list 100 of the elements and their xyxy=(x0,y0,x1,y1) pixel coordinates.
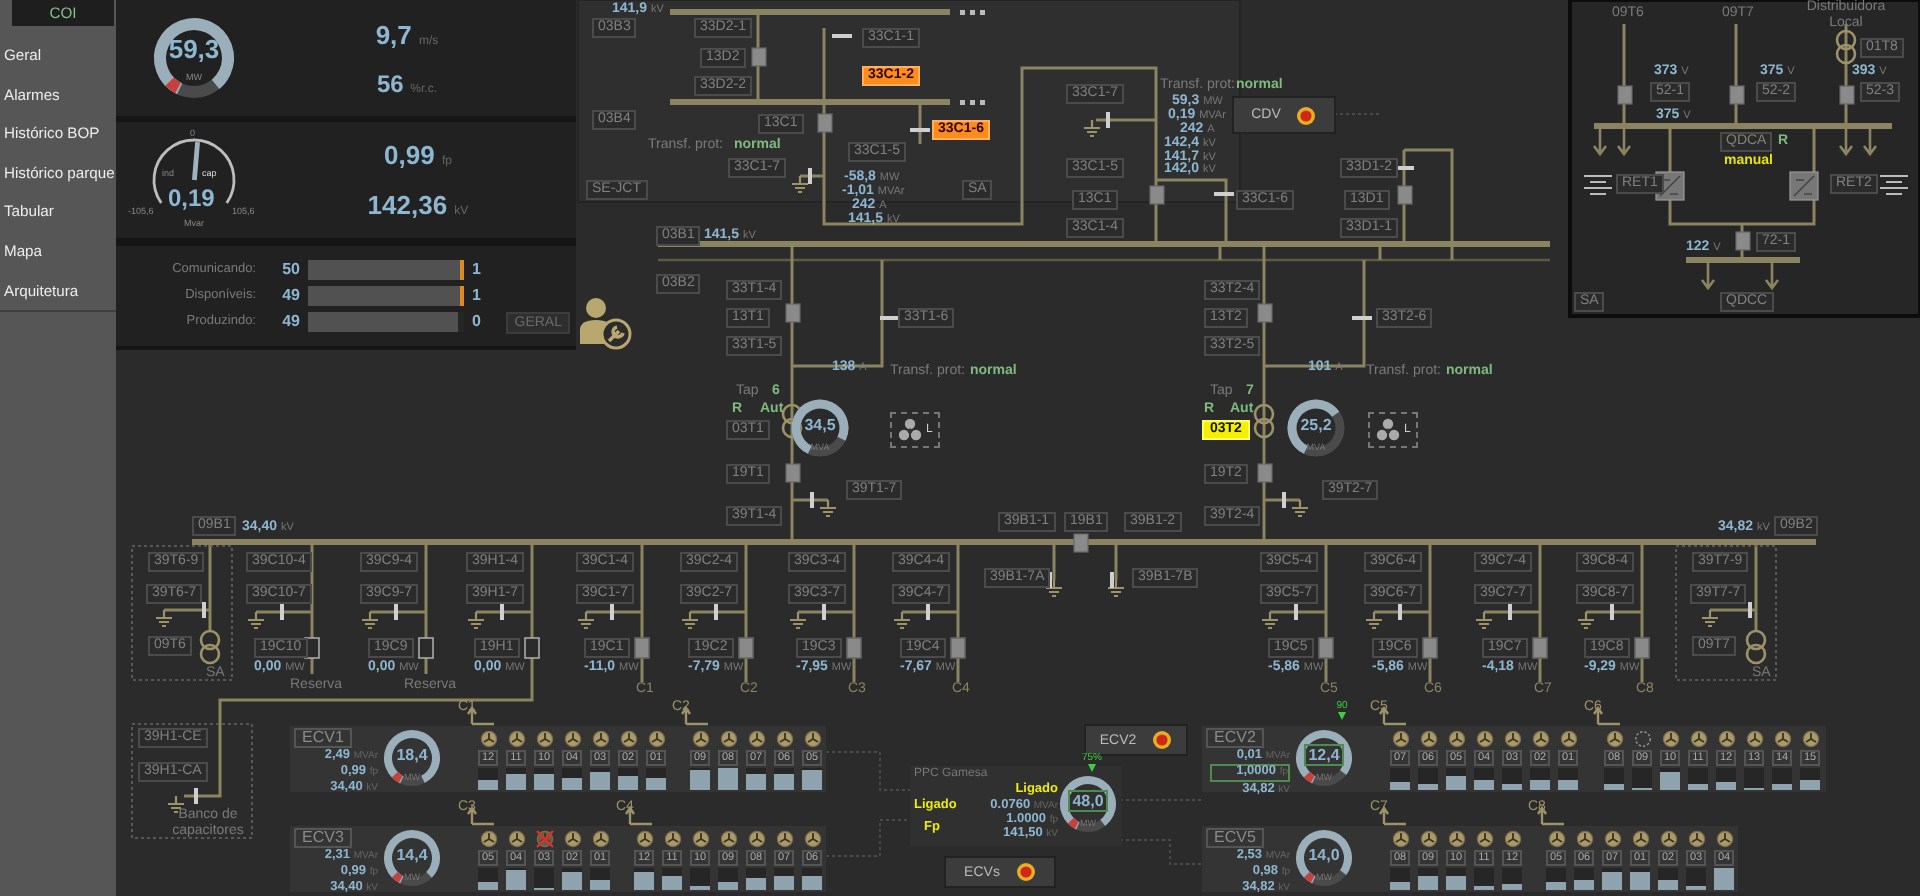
ground-icon xyxy=(788,610,808,630)
continuation-dots xyxy=(960,10,985,15)
connection-line xyxy=(1052,542,1056,580)
gauge-value: 34,5 xyxy=(804,416,836,434)
fan-icon xyxy=(1376,418,1400,442)
ground-icon xyxy=(1082,118,1102,138)
ground-icon xyxy=(790,174,810,194)
feeder-line xyxy=(1640,542,1644,682)
limit-segment xyxy=(1304,771,1315,783)
ground-icon xyxy=(1700,608,1720,628)
breaker-symbol xyxy=(785,303,801,323)
connection-line xyxy=(1114,542,1118,580)
arrow-icon xyxy=(1764,258,1780,291)
feeder-line xyxy=(1324,542,1328,682)
feeder-line xyxy=(310,542,314,674)
arrow-icon xyxy=(1616,124,1632,157)
ground-icon xyxy=(246,610,266,630)
ground-icon xyxy=(360,610,380,630)
user-wrench-icon xyxy=(580,296,632,352)
ground-icon xyxy=(154,608,174,628)
ecv-name: ECV2 xyxy=(1206,728,1264,748)
arrow-icon xyxy=(1592,124,1608,157)
transformer-icon xyxy=(781,403,803,439)
breaker-symbol xyxy=(1617,85,1633,105)
gauge-value: 48,0 xyxy=(1068,790,1108,812)
turbine-count: 49 xyxy=(280,312,300,332)
breaker-symbol xyxy=(1257,463,1273,483)
connection-line xyxy=(1484,610,1540,614)
connection-line xyxy=(798,610,854,614)
connection-line xyxy=(256,610,312,614)
ground-icon xyxy=(1576,610,1596,630)
feeder-line xyxy=(424,542,428,674)
arrow-icon xyxy=(1700,258,1716,291)
gauge-value: 14,0 xyxy=(1306,846,1342,864)
ground-icon xyxy=(1260,610,1280,630)
transformer-icon xyxy=(199,629,221,665)
limit-segment xyxy=(392,771,403,783)
ground-icon xyxy=(1364,610,1384,630)
ecv-name: ECV5 xyxy=(1206,828,1264,848)
feeder-line xyxy=(640,542,644,682)
connection-line xyxy=(1586,610,1642,614)
feeder-line xyxy=(852,542,856,682)
ground-icon xyxy=(576,610,596,630)
rectifier-icon xyxy=(1789,171,1819,201)
arrow-icon xyxy=(1862,124,1878,157)
limit-segment xyxy=(1068,817,1079,829)
ground-icon xyxy=(1290,498,1310,518)
ground-icon xyxy=(892,610,912,630)
battery-icon xyxy=(1583,175,1613,195)
busbar xyxy=(1686,257,1800,263)
breaker-symbol xyxy=(785,463,801,483)
feeder-line xyxy=(744,542,748,682)
ground-icon xyxy=(818,498,838,518)
turbine-count: 0 xyxy=(470,312,481,332)
limit-segment xyxy=(392,871,403,883)
connection-line xyxy=(1374,610,1430,614)
ground-icon xyxy=(466,610,486,630)
connection-line xyxy=(1622,24,1626,126)
connection-line xyxy=(690,610,746,614)
ground-icon xyxy=(680,610,700,630)
gauge-value: 0,19 xyxy=(168,186,215,212)
turbine-count: 49 xyxy=(280,286,300,306)
connection-line xyxy=(756,12,760,102)
breaker-symbol xyxy=(1839,85,1855,105)
feeder-line xyxy=(1428,542,1432,682)
gauge-value: 18,4 xyxy=(394,746,430,764)
connection-line xyxy=(476,610,532,614)
battery-icon xyxy=(1879,175,1909,195)
ground-icon xyxy=(1106,578,1126,598)
continuation-dots xyxy=(960,100,985,105)
connection-line xyxy=(586,610,642,614)
ring-icon xyxy=(1015,862,1036,882)
dashed-frame xyxy=(131,723,253,839)
limit-segment xyxy=(1304,871,1315,883)
ring-icon xyxy=(1152,730,1173,750)
gauge-value: 12,4 xyxy=(1304,744,1344,766)
ground-icon xyxy=(1474,610,1494,630)
gauge-value: 59,3 xyxy=(168,34,220,64)
feeder-line xyxy=(530,542,534,660)
ecv-name: ECV1 xyxy=(294,728,352,748)
turbine-count: 1 xyxy=(470,260,481,280)
feeder-line xyxy=(956,542,960,682)
link-line xyxy=(825,751,911,791)
connection-line xyxy=(1270,610,1326,614)
breaker-symbol xyxy=(1729,85,1745,105)
ground-icon xyxy=(1044,578,1064,598)
breaker-symbol xyxy=(1257,303,1273,323)
gauge-value: 14,4 xyxy=(394,846,430,864)
breaker-symbol xyxy=(751,47,767,67)
breaker-symbol xyxy=(817,113,833,133)
transformer-icon xyxy=(1745,629,1767,665)
dashed-frame xyxy=(1675,545,1777,681)
gauge-value: 25,2 xyxy=(1300,416,1332,434)
breaker-symbol xyxy=(1073,533,1089,553)
fan-icon xyxy=(898,418,922,442)
limit-segment xyxy=(165,77,182,94)
turbine-count: 50 xyxy=(280,260,300,280)
link-line xyxy=(825,819,911,857)
transformer-icon xyxy=(1835,29,1857,65)
turbine-count: 1 xyxy=(470,286,481,306)
